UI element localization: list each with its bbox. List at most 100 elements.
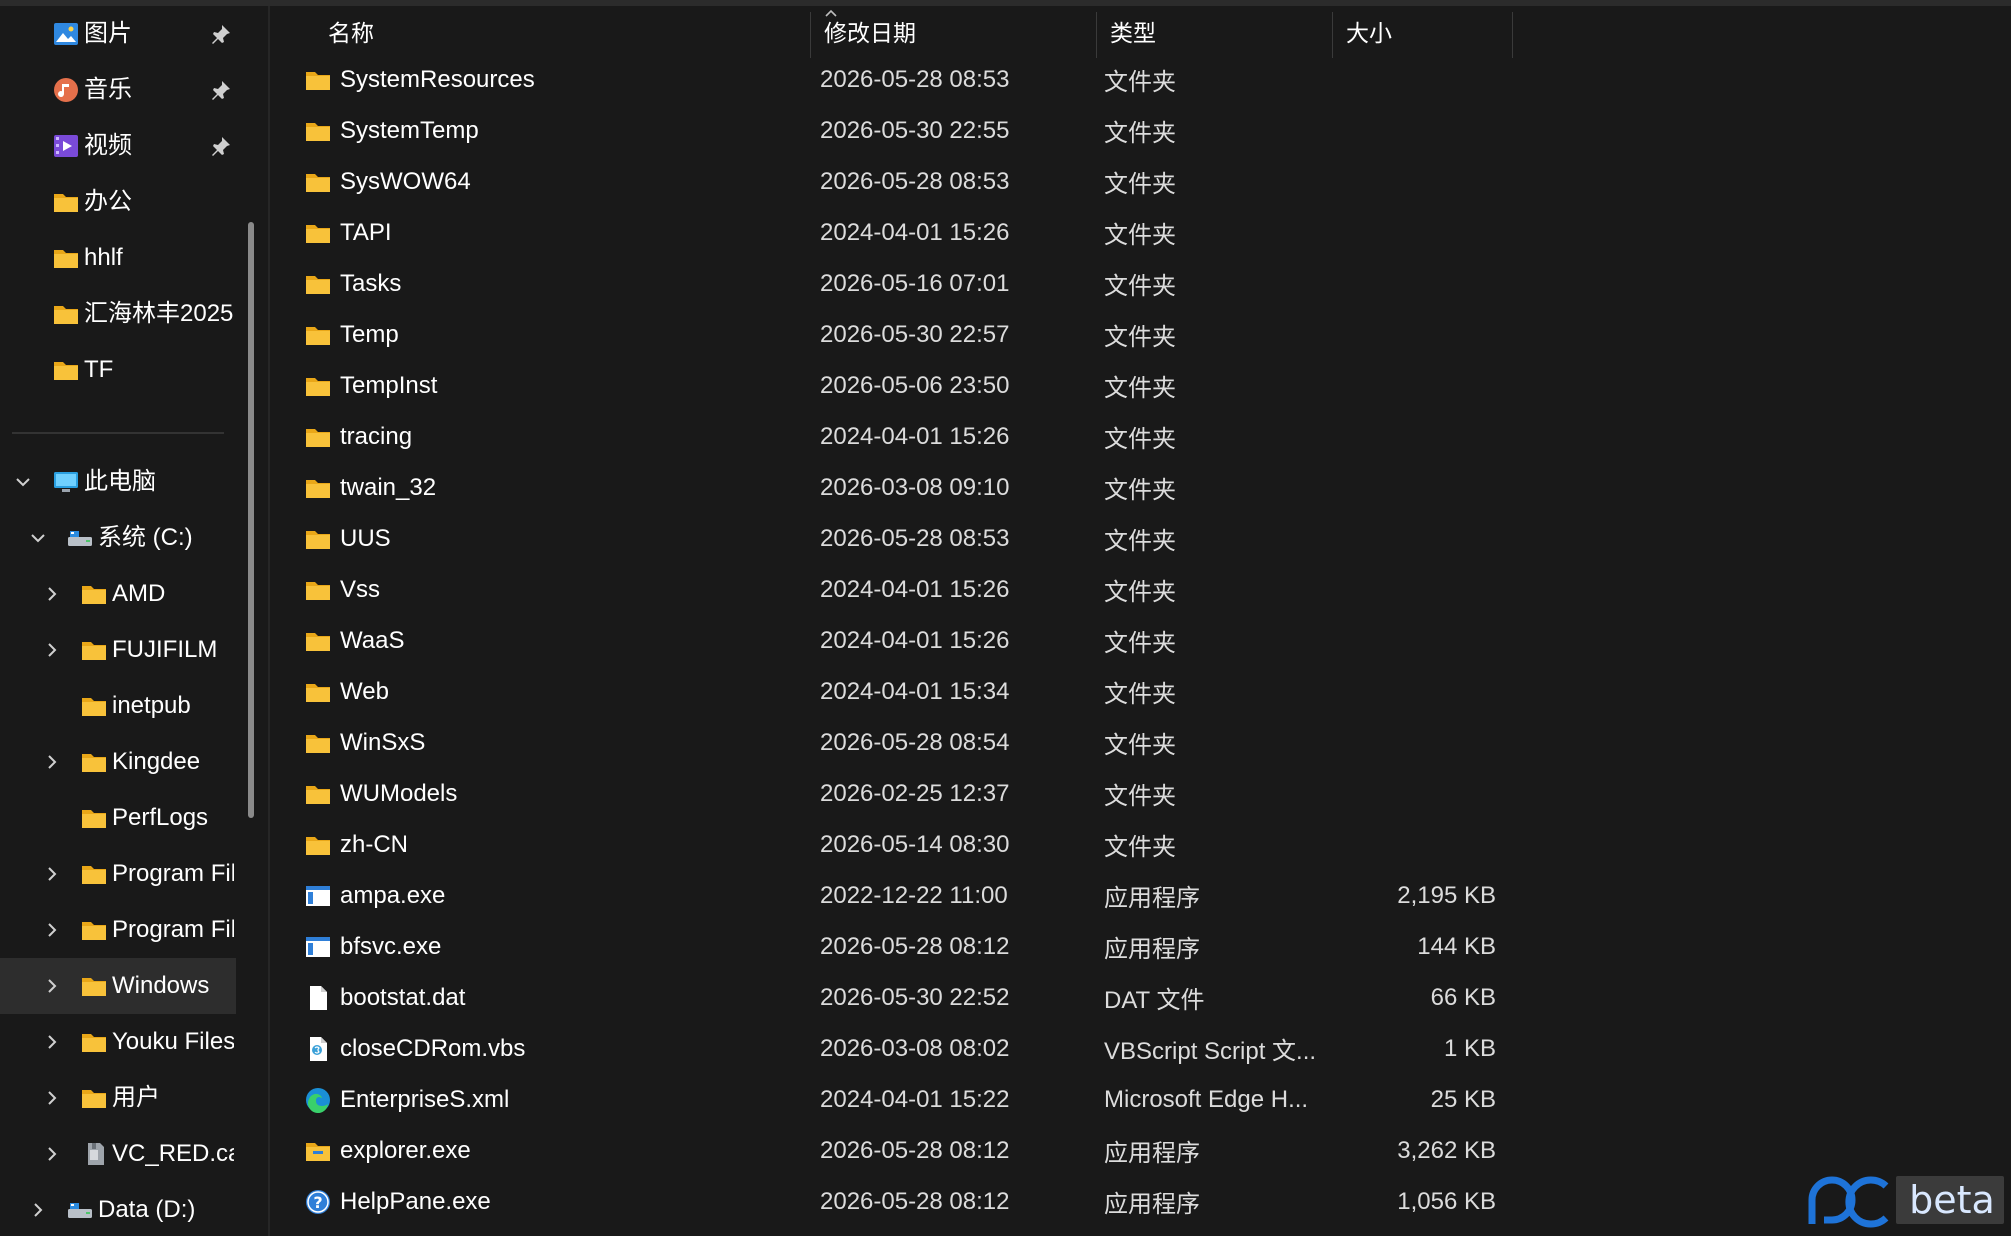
- nav-folder-selected[interactable]: Windows: [0, 958, 236, 1014]
- chevron-right-icon[interactable]: [42, 976, 62, 996]
- file-row[interactable]: SystemResources 2026-05-28 08:53 文件夹: [270, 54, 1520, 105]
- chevron-right-icon[interactable]: [42, 584, 62, 604]
- nav-label: 用户: [112, 1084, 160, 1111]
- nav-folder[interactable]: PerfLogs: [0, 790, 236, 846]
- file-row[interactable]: bfsvc.exe 2026-05-28 08:12 应用程序 144 KB: [270, 921, 1520, 972]
- file-date: 2026-05-28 08:53: [820, 65, 1010, 93]
- chevron-right-icon[interactable]: [42, 1088, 62, 1108]
- file-row[interactable]: SysWOW64 2026-05-28 08:53 文件夹: [270, 156, 1520, 207]
- file-size: 25 KB: [1430, 1085, 1496, 1113]
- quick-access-item[interactable]: 办公: [0, 174, 236, 230]
- quick-access-item[interactable]: 音乐: [0, 62, 236, 118]
- chevron-right-icon[interactable]: [42, 1144, 62, 1164]
- file-size: 66 KB: [1430, 983, 1496, 1011]
- folder-icon: [304, 168, 332, 196]
- nav-label: 系统 (C:): [98, 524, 193, 551]
- column-header-name[interactable]: 名称: [270, 6, 810, 56]
- folder-icon: [80, 804, 108, 832]
- file-type: 文件夹: [1104, 171, 1176, 198]
- file-name: WaaS: [340, 626, 405, 654]
- nav-folder[interactable]: inetpub: [0, 678, 236, 734]
- pictures-icon: [52, 20, 80, 48]
- file-row[interactable]: explorer.exe 2026-05-28 08:12 应用程序 3,262 KB: [270, 1125, 1520, 1176]
- file-row[interactable]: Tasks 2026-05-16 07:01 文件夹: [270, 258, 1520, 309]
- nav-label: Program Files: [112, 860, 234, 887]
- quick-access-item[interactable]: 汇海林丰2025年: [0, 286, 236, 342]
- file-name: closeCDRom.vbs: [340, 1034, 526, 1062]
- column-header-size[interactable]: 大小: [1332, 6, 1512, 56]
- file-date: 2026-05-06 23:50: [820, 371, 1010, 399]
- chevron-down-icon[interactable]: [28, 528, 48, 548]
- nav-label: Program Files (x86): [112, 916, 234, 943]
- chevron-right-icon[interactable]: [42, 752, 62, 772]
- drive-icon: [66, 1196, 94, 1224]
- nav-label: 汇海林丰2025年: [84, 300, 234, 327]
- file-size: [1310, 207, 1496, 258]
- quick-access-item[interactable]: 图片: [0, 6, 236, 62]
- folder-icon: [304, 780, 332, 808]
- file-name: Vss: [340, 575, 381, 603]
- nav-label: AMD: [112, 580, 166, 607]
- file-size: [1310, 309, 1496, 360]
- folder-icon: [52, 244, 80, 272]
- nav-label: 此电脑: [84, 468, 156, 495]
- nav-folder[interactable]: Program Files: [0, 846, 236, 902]
- chevron-right-icon[interactable]: [42, 920, 62, 940]
- file-name: explorer.exe: [340, 1136, 471, 1164]
- nav-scrollbar[interactable]: [248, 222, 254, 818]
- file-row[interactable]: TAPI 2024-04-01 15:26 文件夹: [270, 207, 1520, 258]
- folder-icon: [80, 580, 108, 608]
- file-row[interactable]: WaaS 2024-04-01 15:26 文件夹: [270, 615, 1520, 666]
- quick-access-item[interactable]: hhlf: [0, 230, 236, 286]
- navigation-pane[interactable]: 图片音乐视频办公 hhlf 汇海林丰2025年 TF 此电脑系统 (C:) AMD FUJI…: [0, 6, 268, 1236]
- file-row[interactable]: Web 2024-04-01 15:34 文件夹: [270, 666, 1520, 717]
- file-row[interactable]: ampa.exe 2022-12-22 11:00 应用程序 2,195 KB: [270, 870, 1520, 921]
- nav-folder[interactable]: VC_RED.cab: [0, 1126, 236, 1182]
- file-row[interactable]: EnterpriseS.xml 2024-04-01 15:22 Microsoft…: [270, 1074, 1520, 1125]
- chevron-right-icon[interactable]: [28, 1200, 48, 1220]
- column-header-bar: 名称 修改日期 类型 大小: [270, 6, 2011, 58]
- file-row[interactable]: Temp 2026-05-30 22:57 文件夹: [270, 309, 1520, 360]
- file-row[interactable]: zh-CN 2026-05-14 08:30 文件夹: [270, 819, 1520, 870]
- nav-folder[interactable]: 用户: [0, 1070, 236, 1126]
- file-row[interactable]: WUModels 2026-02-25 12:37 文件夹: [270, 768, 1520, 819]
- file-type: 应用程序: [1104, 885, 1200, 912]
- folder-icon: [52, 356, 80, 384]
- file-row[interactable]: WinSxS 2026-05-28 08:54 文件夹: [270, 717, 1520, 768]
- file-date: 2026-05-28 08:12: [820, 1187, 1010, 1215]
- quick-access-item[interactable]: TF: [0, 342, 236, 398]
- nav-this-pc[interactable]: 此电脑: [0, 454, 236, 510]
- file-date: 2024-04-01 15:26: [820, 575, 1010, 603]
- chevron-right-icon[interactable]: [42, 1032, 62, 1052]
- column-header-date-label: 修改日期: [824, 20, 916, 46]
- chevron-down-icon[interactable]: [13, 472, 33, 492]
- file-row[interactable]: closeCDRom.vbs 2026-03-08 08:02 VBScript S…: [270, 1023, 1520, 1074]
- chevron-right-icon[interactable]: [42, 864, 62, 884]
- file-name: bfsvc.exe: [340, 932, 442, 960]
- nav-folder[interactable]: AMD: [0, 566, 236, 622]
- file-row[interactable]: SystemTemp 2026-05-30 22:55 文件夹: [270, 105, 1520, 156]
- file-row[interactable]: UUS 2026-05-28 08:53 文件夹: [270, 513, 1520, 564]
- file-type: 文件夹: [1104, 528, 1176, 555]
- file-row[interactable]: tracing 2024-04-01 15:26 文件夹: [270, 411, 1520, 462]
- chevron-right-icon[interactable]: [42, 640, 62, 660]
- file-icon: [304, 984, 332, 1012]
- nav-drive-d[interactable]: Data (D:): [0, 1182, 236, 1236]
- nav-folder[interactable]: Youku Files: [0, 1014, 236, 1070]
- file-row[interactable]: bootstat.dat 2026-05-30 22:52 DAT 文件 66 KB: [270, 972, 1520, 1023]
- file-row[interactable]: ? HelpPane.exe 2026-05-28 08:12 应用程序 1,056 K…: [270, 1176, 1520, 1227]
- column-header-type[interactable]: 类型: [1096, 6, 1332, 56]
- nav-label: Data (D:): [98, 1196, 196, 1223]
- nav-folder[interactable]: FUJIFILM: [0, 622, 236, 678]
- column-header-date[interactable]: 修改日期: [810, 6, 1096, 56]
- quick-access-item[interactable]: 视频: [0, 118, 236, 174]
- nav-folder[interactable]: Kingdee: [0, 734, 236, 790]
- file-row[interactable]: twain_32 2026-03-08 09:10 文件夹: [270, 462, 1520, 513]
- file-row[interactable]: Vss 2024-04-01 15:26 文件夹: [270, 564, 1520, 615]
- file-row[interactable]: TempInst 2026-05-06 23:50 文件夹: [270, 360, 1520, 411]
- app-icon: [304, 882, 332, 910]
- nav-folder[interactable]: Program Files (x86): [0, 902, 236, 958]
- drive-icon: [66, 524, 94, 552]
- column-divider[interactable]: [1512, 12, 1513, 58]
- nav-drive-c[interactable]: 系统 (C:): [0, 510, 236, 566]
